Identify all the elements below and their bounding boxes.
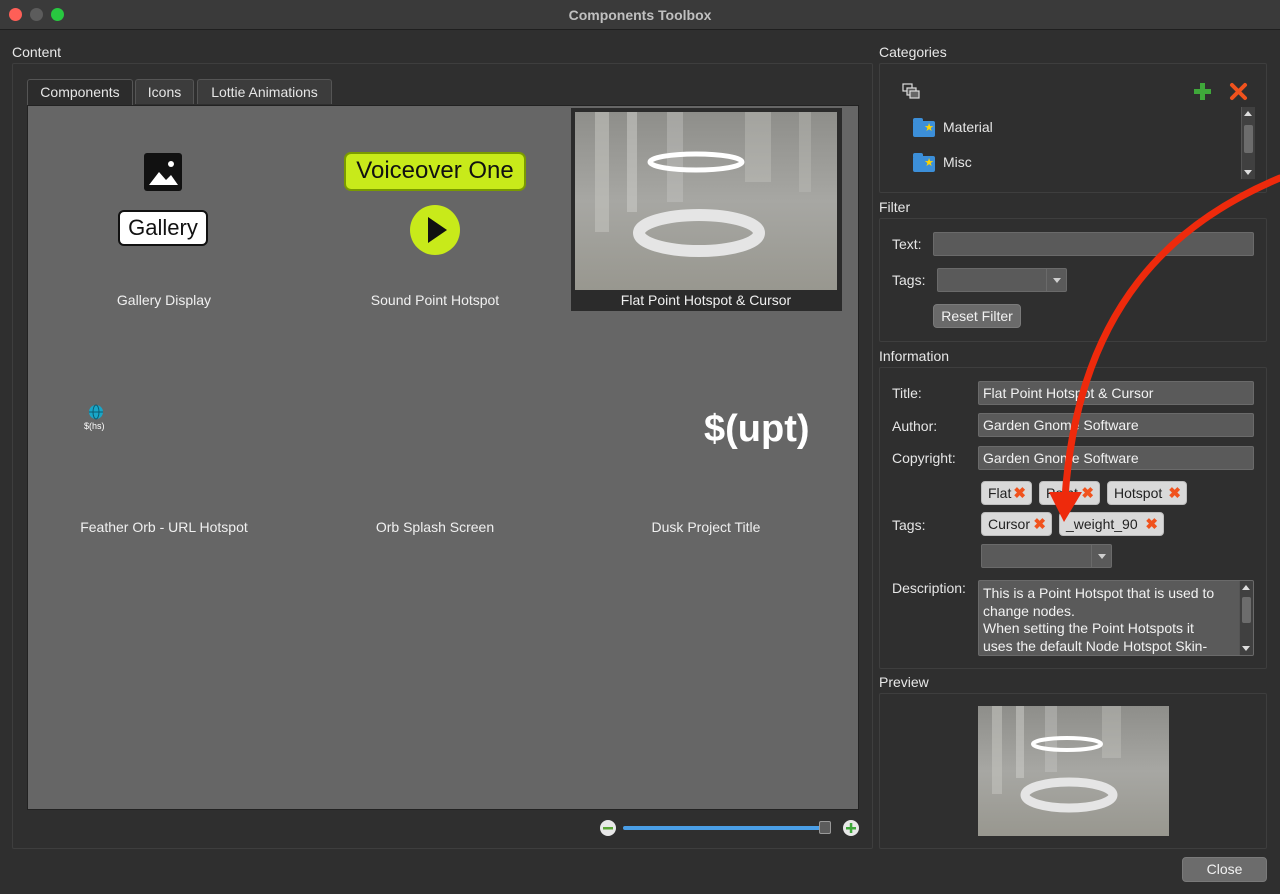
filter-label: Filter	[879, 199, 911, 215]
component-item-orb-splash-screen[interactable]: Orb Splash Screen	[315, 336, 555, 541]
component-caption: Flat Point Hotspot & Cursor	[620, 292, 792, 308]
info-title-label: Title:	[892, 385, 922, 401]
delete-category-icon[interactable]	[1229, 82, 1248, 101]
folder-icon: ★	[913, 118, 935, 137]
component-item-sound-point-hotspot[interactable]: Voiceover One Sound Point Hotspot	[315, 106, 555, 311]
filter-text-label: Text:	[892, 236, 922, 252]
zoom-in-icon[interactable]	[842, 819, 860, 837]
info-description-label: Description:	[892, 580, 966, 596]
remove-tag-icon[interactable]: ✖	[1168, 483, 1181, 505]
info-description-field[interactable]: This is a Point Hotspot that is used to …	[978, 580, 1254, 656]
category-label: Material	[943, 119, 993, 135]
title-bar: Components Toolbox	[0, 0, 1280, 30]
component-caption: Sound Point Hotspot	[370, 292, 500, 308]
components-grid: Gallery Gallery Display Voiceover One So…	[27, 105, 859, 810]
window-title: Components Toolbox	[568, 7, 712, 23]
info-title-field[interactable]: Flat Point Hotspot & Cursor	[978, 381, 1254, 405]
info-copyright-field[interactable]: Garden Gnome Software	[978, 446, 1254, 470]
component-item-flat-point-hotspot-cursor[interactable]: Flat Point Hotspot & Cursor	[571, 108, 842, 311]
component-caption: Orb Splash Screen	[375, 519, 495, 535]
add-tag-select[interactable]	[981, 544, 1112, 568]
tab-icons[interactable]: Icons	[135, 79, 194, 104]
tag-chip-flat[interactable]: Flat ✖	[981, 481, 1032, 505]
category-item-misc[interactable]: ★ Misc	[911, 153, 1111, 173]
preview-image	[978, 706, 1169, 836]
categories-root-icon[interactable]	[902, 83, 920, 99]
add-category-icon[interactable]	[1193, 82, 1212, 101]
reset-filter-button[interactable]: Reset Filter	[933, 304, 1021, 328]
component-item-feather-orb[interactable]: $(hs) Feather Orb - URL Hotspot	[44, 336, 284, 541]
remove-tag-icon[interactable]: ✖	[1033, 514, 1046, 536]
remove-tag-icon[interactable]: ✖	[1081, 483, 1094, 505]
chevron-down-icon	[1091, 545, 1111, 567]
hotspot-variable-badge: $(hs)	[84, 421, 105, 431]
filter-tags-select[interactable]	[937, 268, 1067, 292]
tag-chip-weight-90[interactable]: _weight_90 ✖	[1059, 512, 1164, 536]
close-button[interactable]: Close	[1182, 857, 1267, 882]
component-caption: Gallery Display	[116, 292, 212, 308]
tag-chip-point[interactable]: Point ✖	[1039, 481, 1100, 505]
zoom-out-icon[interactable]	[599, 819, 617, 837]
tab-lottie-animations[interactable]: Lottie Animations	[197, 79, 332, 104]
zoom-slider-handle[interactable]	[818, 821, 831, 834]
info-author-label: Author:	[892, 418, 938, 434]
gallery-badge: Gallery	[118, 210, 208, 246]
globe-icon	[89, 404, 103, 420]
remove-tag-icon[interactable]: ✖	[1145, 514, 1158, 536]
description-scrollbar[interactable]	[1239, 581, 1253, 655]
component-item-gallery-display[interactable]: Gallery Gallery Display	[44, 106, 284, 311]
categories-scrollbar[interactable]	[1241, 107, 1255, 179]
project-title-badge: $(upt)	[704, 408, 810, 450]
tag-chip-hotspot[interactable]: Hotspot ✖	[1107, 481, 1187, 505]
tag-chip-cursor[interactable]: Cursor ✖	[981, 512, 1052, 536]
component-caption: Feather Orb - URL Hotspot	[80, 519, 248, 535]
chevron-down-icon	[1046, 269, 1066, 291]
tab-components[interactable]: Components	[27, 79, 133, 106]
zoom-slider-track[interactable]	[623, 826, 831, 830]
category-item-material[interactable]: ★ Material	[911, 118, 1111, 138]
content-label: Content	[12, 44, 62, 60]
filter-text-input[interactable]	[933, 232, 1254, 256]
folder-icon: ★	[913, 153, 935, 172]
component-item-dusk-project-title[interactable]: $(upt) Dusk Project Title	[586, 336, 826, 541]
category-label: Misc	[943, 154, 972, 170]
remove-tag-icon[interactable]: ✖	[1013, 483, 1026, 505]
component-caption: Dusk Project Title	[651, 519, 761, 535]
info-tags-label: Tags:	[892, 517, 926, 533]
info-author-field[interactable]: Garden Gnome Software	[978, 413, 1254, 437]
information-label: Information	[879, 348, 950, 364]
image-icon	[144, 153, 182, 191]
preview-label: Preview	[879, 674, 929, 690]
categories-label: Categories	[879, 44, 947, 60]
filter-tags-label: Tags:	[892, 272, 926, 288]
play-icon	[410, 205, 460, 255]
voiceover-badge: Voiceover One	[344, 152, 526, 191]
info-copyright-label: Copyright:	[892, 450, 956, 466]
floor-thumbnail	[575, 112, 837, 290]
